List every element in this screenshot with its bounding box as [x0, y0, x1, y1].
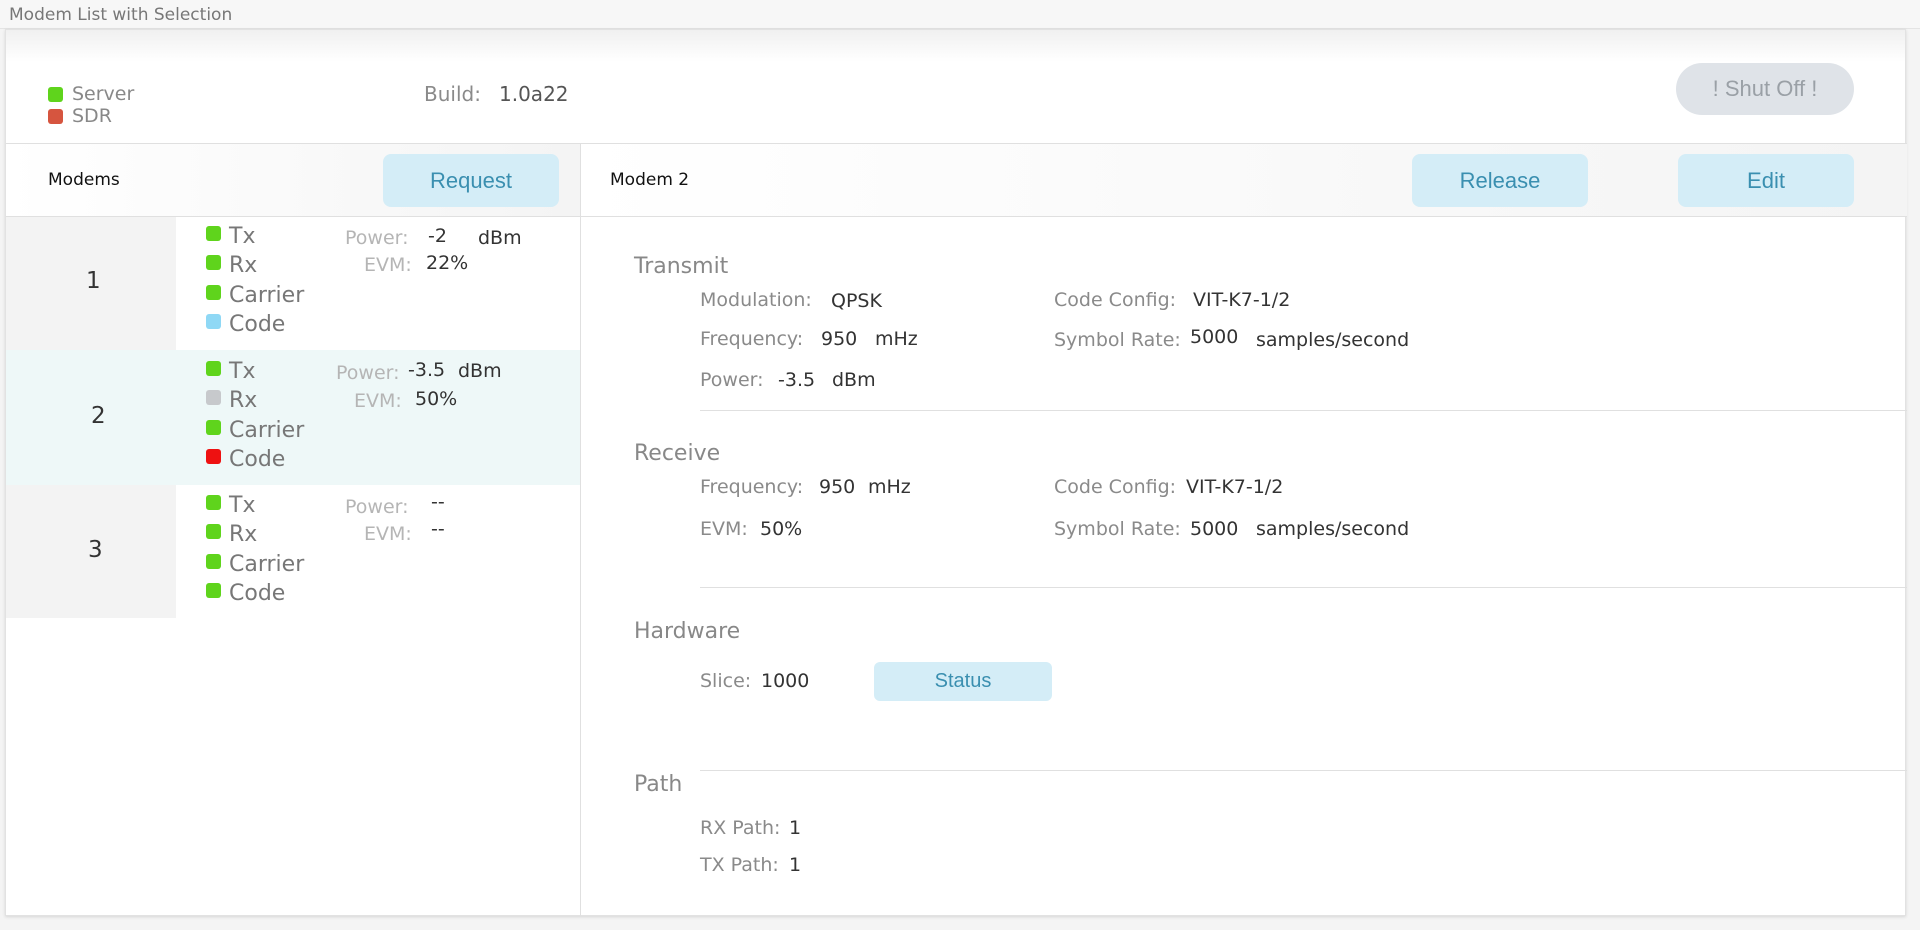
tx-label: Tx [229, 493, 256, 518]
carrier-label: Carrier [229, 418, 305, 443]
evm-label: EVM: [354, 390, 402, 412]
tx-modulation-value: QPSK [831, 290, 882, 312]
sdr-status-icon [48, 109, 63, 124]
carrier-status-icon [206, 420, 221, 435]
rx-status-icon [206, 390, 221, 405]
modem-row-1[interactable]: 1 Tx Rx Carrier Code Power: -2 dBm EVM: … [6, 217, 580, 350]
power-label: Power: [345, 227, 409, 249]
tx-frequency-value: 950 [821, 328, 858, 350]
server-status-icon [48, 87, 63, 102]
rx-frequency-unit: mHz [868, 476, 911, 498]
status-button[interactable]: Status [874, 662, 1052, 701]
release-button[interactable]: Release [1412, 154, 1588, 207]
transmit-section-title: Transmit [634, 254, 729, 279]
top-shade [6, 30, 1905, 62]
evm-label: EVM: [364, 523, 412, 545]
modem-number: 2 [91, 403, 106, 429]
evm-value: 22% [426, 252, 469, 274]
code-label: Code [229, 581, 286, 606]
power-label: Power: [336, 362, 400, 384]
shut-off-button[interactable]: ! Shut Off ! [1676, 63, 1854, 115]
hardware-section-title: Hardware [634, 619, 741, 644]
rx-label: Rx [229, 522, 258, 547]
request-button[interactable]: Request [383, 154, 559, 207]
code-status-icon [206, 583, 221, 598]
tx-status-icon [206, 361, 221, 376]
rx-code-config-value: VIT-K7-1/2 [1186, 476, 1284, 498]
rx-label: Rx [229, 388, 258, 413]
modem-row-2[interactable]: 2 Tx Rx Carrier Code Power: -3.5 dBm EVM… [6, 350, 580, 485]
tx-frequency-label: Frequency: [700, 328, 804, 350]
window-titlebar: Modem List with Selection [0, 0, 1920, 29]
rx-path-label: RX Path: [700, 817, 781, 839]
path-section-title: Path [634, 772, 683, 797]
carrier-label: Carrier [229, 552, 305, 577]
code-status-icon [206, 449, 221, 464]
rx-path-value: 1 [789, 817, 802, 839]
tx-status-icon [206, 226, 221, 241]
evm-value: 50% [415, 388, 458, 410]
rx-evm-value: 50% [760, 518, 803, 540]
column-divider [580, 144, 581, 916]
tx-label: Tx [229, 224, 256, 249]
tx-code-config-label: Code Config: [1054, 289, 1177, 311]
receive-divider [700, 587, 1907, 588]
tx-path-label: TX Path: [700, 854, 779, 876]
tx-symbol-rate-value: 5000 [1190, 326, 1239, 348]
slice-label: Slice: [700, 670, 752, 692]
evm-label: EVM: [364, 254, 412, 276]
power-value: -3.5 [408, 359, 446, 381]
power-value: -- [431, 491, 445, 513]
rx-frequency-value: 950 [819, 476, 856, 498]
carrier-status-icon [206, 554, 221, 569]
rx-frequency-label: Frequency: [700, 476, 804, 498]
tx-symbol-rate-unit: samples/second [1256, 329, 1410, 351]
tx-symbol-rate-label: Symbol Rate: [1054, 329, 1181, 351]
code-label: Code [229, 447, 286, 472]
modem-number: 3 [88, 537, 103, 563]
rx-code-config-label: Code Config: [1054, 476, 1177, 498]
window-title: Modem List with Selection [9, 5, 233, 25]
modems-title: Modems [48, 170, 120, 190]
code-label: Code [229, 312, 286, 337]
slice-value: 1000 [761, 670, 810, 692]
code-status-icon [206, 314, 221, 329]
modem-row-3[interactable]: 3 Tx Rx Carrier Code Power: -- EVM: -- [6, 485, 580, 618]
rx-evm-label: EVM: [700, 518, 748, 540]
power-value: -2 [428, 225, 447, 247]
receive-section-title: Receive [634, 441, 721, 466]
rx-status-icon [206, 255, 221, 270]
tx-modulation-label: Modulation: [700, 289, 812, 311]
transmit-divider [700, 410, 1907, 411]
rx-symbol-rate-unit: samples/second [1256, 518, 1410, 540]
tx-label: Tx [229, 359, 256, 384]
build-value: 1.0a22 [499, 82, 569, 106]
detail-title: Modem 2 [610, 170, 690, 190]
power-label: Power: [345, 496, 409, 518]
main-panel: Server SDR Build: 1.0a22 ! Shut Off ! Mo… [5, 29, 1907, 916]
tx-frequency-unit: mHz [875, 328, 918, 350]
rx-label: Rx [229, 253, 258, 278]
evm-value: -- [431, 518, 445, 540]
sdr-status-label: SDR [72, 105, 112, 127]
rx-status-icon [206, 524, 221, 539]
tx-power-label: Power: [700, 369, 764, 391]
power-unit: dBm [478, 227, 522, 249]
edit-button[interactable]: Edit [1678, 154, 1854, 207]
carrier-status-icon [206, 285, 221, 300]
tx-path-value: 1 [789, 854, 802, 876]
modem-number: 1 [86, 268, 101, 294]
power-unit: dBm [458, 360, 502, 382]
tx-power-unit: dBm [832, 369, 876, 391]
carrier-label: Carrier [229, 283, 305, 308]
build-label: Build: [424, 82, 481, 106]
tx-power-value: -3.5 [778, 369, 816, 391]
tx-code-config-value: VIT-K7-1/2 [1193, 289, 1291, 311]
tx-status-icon [206, 495, 221, 510]
rx-symbol-rate-value: 5000 [1190, 518, 1239, 540]
rx-symbol-rate-label: Symbol Rate: [1054, 518, 1181, 540]
server-status-label: Server [72, 83, 135, 105]
hardware-divider [700, 770, 1907, 771]
